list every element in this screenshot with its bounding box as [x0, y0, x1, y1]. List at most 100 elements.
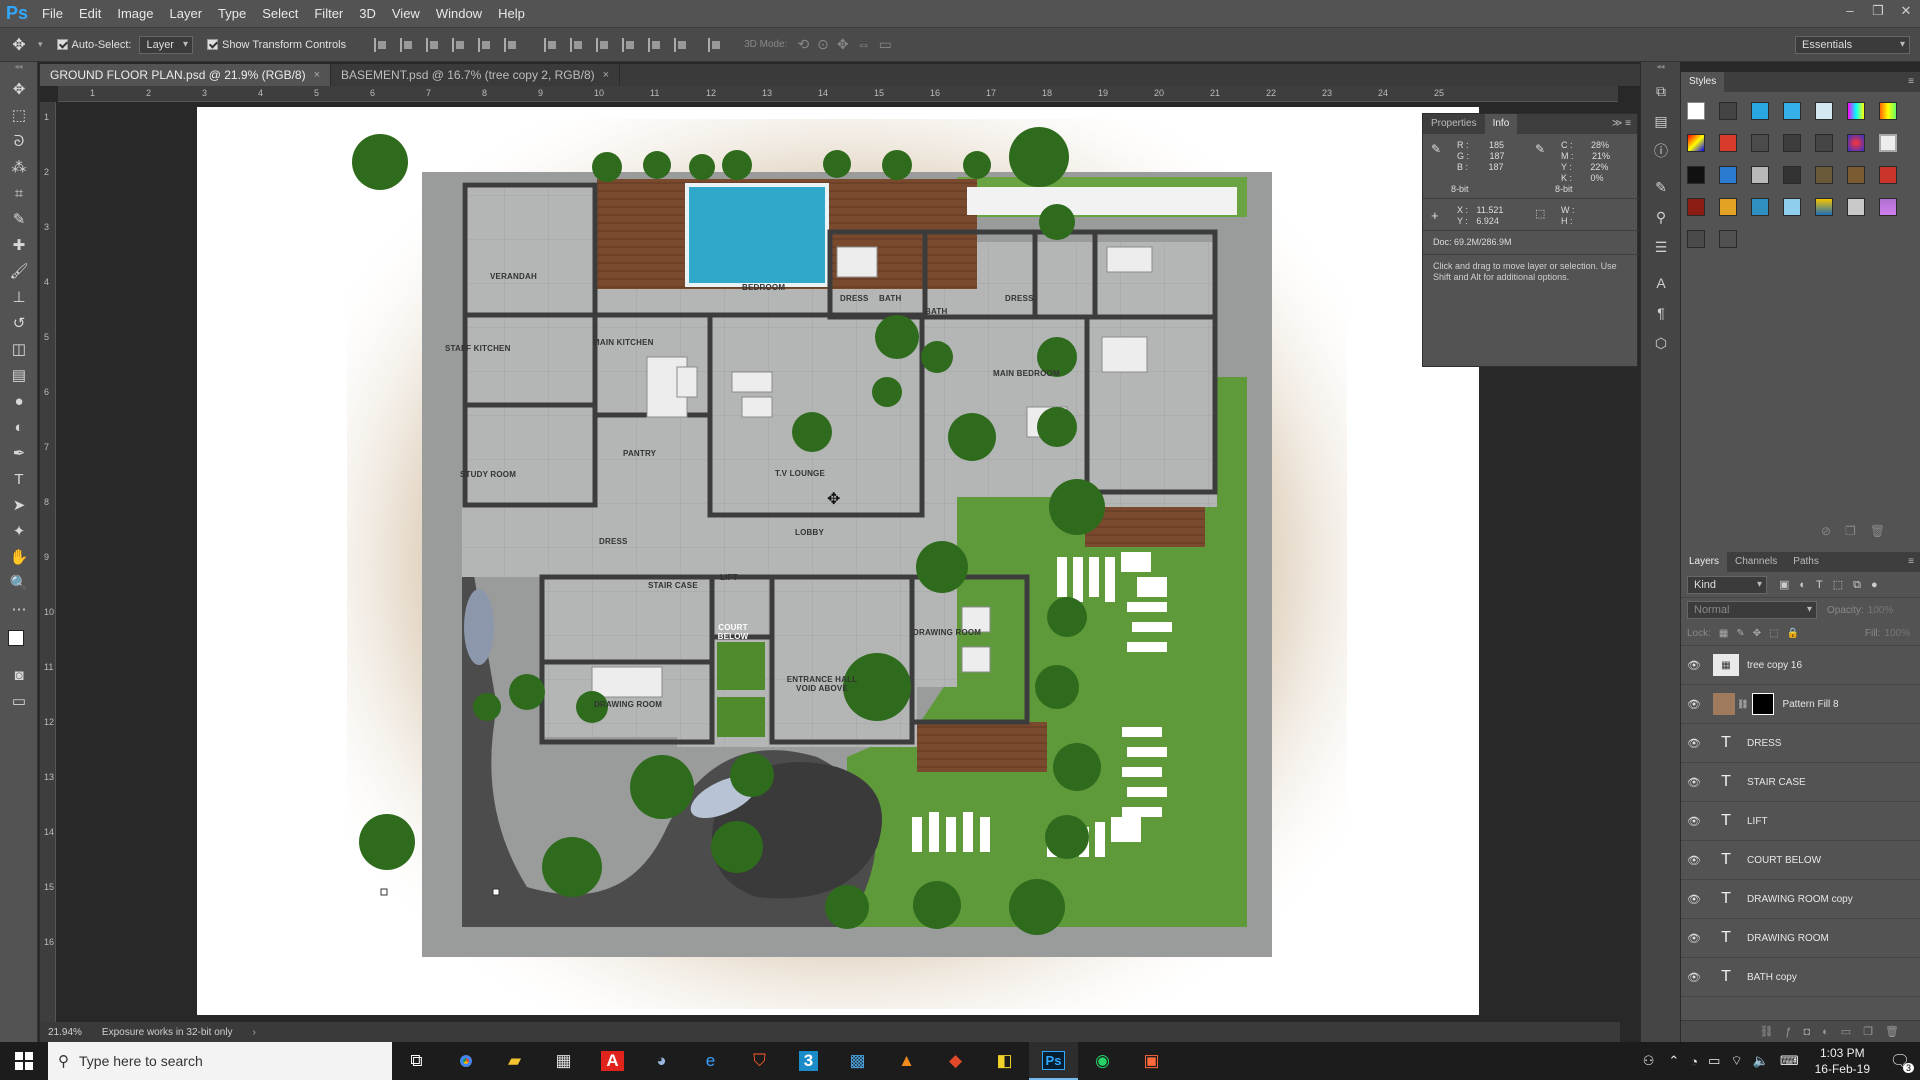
vlc-icon[interactable]: ▲ — [882, 1042, 931, 1080]
menu-help[interactable]: Help — [490, 0, 533, 28]
layer-row[interactable]: 👁 T DRAWING ROOM copy — [1681, 880, 1920, 919]
style-swatch[interactable] — [1719, 230, 1737, 248]
distribute-top-icon[interactable] — [544, 37, 558, 52]
style-swatch[interactable] — [1751, 134, 1769, 152]
style-swatch[interactable] — [1815, 198, 1833, 216]
align-right-icon[interactable] — [504, 37, 518, 52]
healing-brush-tool-icon[interactable]: ✚ — [0, 232, 38, 258]
auto-align-icon[interactable] — [708, 37, 722, 52]
teams-icon[interactable]: ◕ — [637, 1042, 686, 1080]
layer-row[interactable]: 👁 ▦ tree copy 16 — [1681, 646, 1920, 685]
style-swatch[interactable] — [1719, 134, 1737, 152]
whatsapp-icon[interactable]: ◉ — [1078, 1042, 1127, 1080]
menu-window[interactable]: Window — [428, 0, 490, 28]
style-swatch[interactable] — [1815, 102, 1833, 120]
app-3-icon[interactable]: 3 — [784, 1042, 833, 1080]
pen-tool-icon[interactable]: ✒ — [0, 440, 38, 466]
style-swatch[interactable] — [1847, 166, 1865, 184]
app-grid-icon[interactable]: ▩ — [833, 1042, 882, 1080]
style-swatch[interactable] — [1719, 198, 1737, 216]
people-icon[interactable]: ⚇ — [1643, 1053, 1655, 1069]
path-selection-tool-icon[interactable]: ➤ — [0, 492, 38, 518]
properties-icon[interactable]: ▤ — [1641, 106, 1681, 136]
distribute-left-icon[interactable] — [622, 37, 636, 52]
gradient-tool-icon[interactable]: ▤ — [0, 362, 38, 388]
menu-view[interactable]: View — [384, 0, 428, 28]
tab-paths[interactable]: Paths — [1785, 552, 1827, 572]
styles-footer-icons[interactable]: ⊘❐🗑 — [1821, 524, 1899, 538]
file-explorer-icon[interactable]: ▰ — [490, 1042, 539, 1080]
style-swatch[interactable] — [1783, 102, 1801, 120]
lock-icons[interactable]: ▦✎✥⬚🔒 — [1719, 628, 1807, 639]
zoom-tool-icon[interactable]: 🔍 — [0, 570, 38, 596]
tab-layers[interactable]: Layers — [1681, 552, 1728, 572]
app-shield-icon[interactable]: ◆ — [931, 1042, 980, 1080]
tab-info[interactable]: Info — [1484, 114, 1518, 134]
distribute-right-icon[interactable] — [674, 37, 688, 52]
show-transform-checkbox[interactable] — [206, 39, 218, 50]
tool-preset-chevron-icon[interactable]: ▾ — [38, 39, 43, 50]
layer-row[interactable]: 👁 T LIFT — [1681, 802, 1920, 841]
link-icon[interactable]: ⛓ — [1737, 699, 1748, 710]
layer-row[interactable]: 👁 T DRAWING ROOM — [1681, 919, 1920, 958]
align-top-icon[interactable] — [374, 37, 388, 52]
wifi-icon[interactable]: ⌔ — [1730, 1053, 1742, 1069]
style-swatch[interactable] — [1687, 230, 1705, 248]
type-tool-icon[interactable]: T — [0, 466, 38, 492]
brave-icon[interactable]: ⛉ — [735, 1042, 784, 1080]
style-swatch[interactable] — [1879, 198, 1897, 216]
acrobat-icon[interactable]: A — [588, 1042, 637, 1080]
align-vcenter-icon[interactable] — [400, 37, 414, 52]
tab-close-icon[interactable]: × — [603, 64, 609, 86]
clone-stamp-tool-icon[interactable]: ⊥ — [0, 284, 38, 310]
screen-mode-icon[interactable]: ▭ — [0, 688, 38, 714]
info-icon[interactable]: ⓘ — [1641, 136, 1681, 166]
style-swatch[interactable] — [1847, 102, 1865, 120]
quick-mask-icon[interactable]: ◙ — [0, 662, 38, 688]
lasso-tool-icon[interactable]: ᘐ — [0, 128, 38, 154]
app-c-icon[interactable]: ▣ — [1127, 1042, 1176, 1080]
custom-shape-tool-icon[interactable]: ✦ — [0, 518, 38, 544]
style-swatch[interactable] — [1751, 102, 1769, 120]
style-swatch[interactable] — [1847, 198, 1865, 216]
style-none-swatch[interactable] — [1687, 102, 1705, 120]
style-swatch[interactable] — [1879, 166, 1897, 184]
style-swatch[interactable] — [1879, 102, 1897, 120]
photoshop-taskbar-icon[interactable]: Ps — [1029, 1042, 1078, 1080]
blur-tool-icon[interactable]: ● — [0, 388, 38, 414]
style-swatch[interactable] — [1719, 166, 1737, 184]
layer-filter-icons[interactable]: ▣◐T⬚⧉● — [1779, 578, 1888, 592]
style-swatch[interactable] — [1719, 102, 1737, 120]
collapse-toolbar-icon[interactable]: ◂◂ — [0, 62, 37, 76]
tab-styles[interactable]: Styles — [1681, 72, 1725, 92]
visibility-eye-icon[interactable]: 👁 — [1681, 854, 1707, 867]
foreground-color-swatch[interactable] — [8, 630, 24, 646]
status-message[interactable]: Exposure works in 32-bit only — [102, 1027, 233, 1038]
visibility-eye-icon[interactable]: 👁 — [1681, 932, 1707, 945]
tab-channels[interactable]: Channels — [1727, 552, 1785, 572]
volume-icon[interactable]: 🔈 — [1753, 1053, 1769, 1069]
crop-tool-icon[interactable]: ⌗ — [0, 180, 38, 206]
adjustments-icon[interactable]: ☰ — [1641, 232, 1681, 262]
notification-icon[interactable]: 🗨 3 — [1880, 1051, 1920, 1073]
tab-ground-floor-plan[interactable]: GROUND FLOOR PLAN.psd @ 21.9% (RGB/8) × — [40, 64, 332, 86]
style-swatch[interactable] — [1847, 134, 1865, 152]
menu-filter[interactable]: Filter — [306, 0, 351, 28]
style-swatch[interactable] — [1783, 134, 1801, 152]
layer-row[interactable]: 👁 ⛓ Pattern Fill 8 — [1681, 685, 1920, 724]
edge-icon[interactable]: e — [686, 1042, 735, 1080]
menu-edit[interactable]: Edit — [71, 0, 109, 28]
auto-select-checkbox[interactable] — [56, 39, 68, 50]
workspace-dropdown[interactable]: Essentials — [1795, 35, 1910, 54]
style-swatch[interactable] — [1783, 166, 1801, 184]
layer-row[interactable]: 👁 T STAIR CASE — [1681, 763, 1920, 802]
style-swatch[interactable] — [1815, 134, 1833, 152]
tab-basement[interactable]: BASEMENT.psd @ 16.7% (tree copy 2, RGB/8… — [331, 64, 621, 86]
tab-properties[interactable]: Properties — [1423, 114, 1485, 134]
dodge-tool-icon[interactable]: ◐ — [0, 414, 38, 440]
3d-mode-icons[interactable]: ⟲⊙✥⇔▭ — [797, 36, 899, 53]
status-arrow-icon[interactable]: › — [253, 1027, 256, 1038]
brush-tool-icon[interactable]: 🖌 — [0, 258, 38, 284]
distribute-hcenter-icon[interactable] — [648, 37, 662, 52]
style-swatch[interactable] — [1815, 166, 1833, 184]
